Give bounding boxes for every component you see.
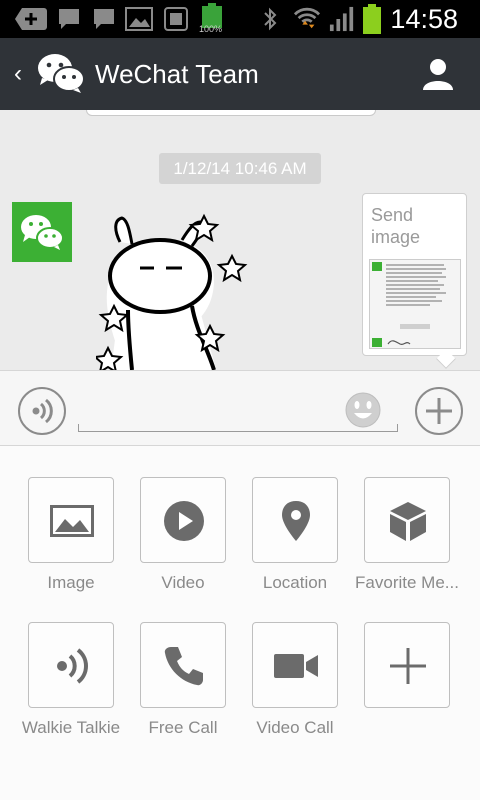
plus-icon: [426, 398, 452, 424]
add-notification-icon: [15, 8, 47, 30]
attachment-panel: Image Video Location Favorite Me... Walk…: [0, 446, 480, 800]
card-tail: [436, 349, 456, 369]
attach-more-button[interactable]: [364, 622, 450, 708]
attach-video-call-button[interactable]: [252, 622, 338, 708]
attach-free-call-button[interactable]: [140, 622, 226, 708]
sticker-image[interactable]: [96, 210, 256, 370]
plus-icon: [390, 648, 426, 684]
attach-walkie-talkie-label: Walkie Talkie: [21, 718, 121, 737]
send-image-card[interactable]: Send image: [362, 193, 467, 369]
page-title: WeChat Team: [95, 59, 259, 89]
status-time: 14:58: [390, 4, 458, 34]
attach-location-button[interactable]: [252, 477, 338, 563]
voice-button[interactable]: [18, 387, 66, 435]
smiley-icon[interactable]: [344, 391, 382, 429]
bluetooth-icon: [264, 7, 277, 31]
play-icon: [164, 501, 204, 541]
sms-icon: [94, 9, 114, 29]
wifi-icon: [293, 7, 321, 29]
sms-icon: [59, 9, 79, 29]
attach-video-call-label: Video Call: [256, 718, 334, 737]
message-timestamp: 1/12/14 10:46 AM: [159, 153, 321, 184]
attach-video-button[interactable]: [140, 477, 226, 563]
header-bar: ‹ WeChat Team: [0, 38, 480, 110]
gallery-icon: [125, 7, 153, 31]
cube-icon: [390, 502, 426, 541]
avatar[interactable]: [12, 202, 72, 262]
attach-favorite-button[interactable]: [364, 477, 450, 563]
image-thumbnail[interactable]: [369, 259, 461, 349]
attach-walkie-talkie-button[interactable]: [28, 622, 114, 708]
thumbnail-preview: [372, 262, 446, 347]
location-pin-icon: [282, 501, 310, 541]
chat-area[interactable]: 1/12/14 10:46 AM Send image: [0, 110, 480, 370]
screenshot-icon: [164, 7, 188, 31]
attach-location-label: Location: [262, 573, 328, 592]
attach-video-label: Video: [161, 573, 205, 592]
attach-free-call-label: Free Call: [148, 718, 218, 737]
phone-icon: [164, 647, 203, 686]
previous-message-bubble[interactable]: [86, 110, 376, 116]
message-input-bar: [0, 370, 480, 446]
status-bar: 100% 14:58: [0, 0, 480, 38]
more-options-button[interactable]: [415, 387, 463, 435]
voice-icon: [32, 398, 53, 424]
battery-full-icon: 100%: [199, 3, 225, 35]
person-icon[interactable]: [420, 56, 456, 92]
attach-image-label: Image: [47, 573, 95, 592]
attach-favorite-label: Favorite Me...: [355, 573, 459, 592]
wechat-logo-icon[interactable]: [36, 52, 86, 94]
attach-image-button[interactable]: [28, 477, 114, 563]
walkie-talkie-icon: [57, 648, 88, 684]
battery-icon: [363, 4, 381, 34]
chevron-left-icon[interactable]: ‹: [14, 60, 22, 88]
image-icon: [50, 505, 94, 537]
wechat-logo-icon: [21, 215, 64, 250]
battery-percent-label: 100%: [199, 24, 223, 34]
video-camera-icon: [274, 654, 318, 678]
card-label: Send image: [371, 205, 421, 247]
signal-icon: [329, 6, 354, 32]
